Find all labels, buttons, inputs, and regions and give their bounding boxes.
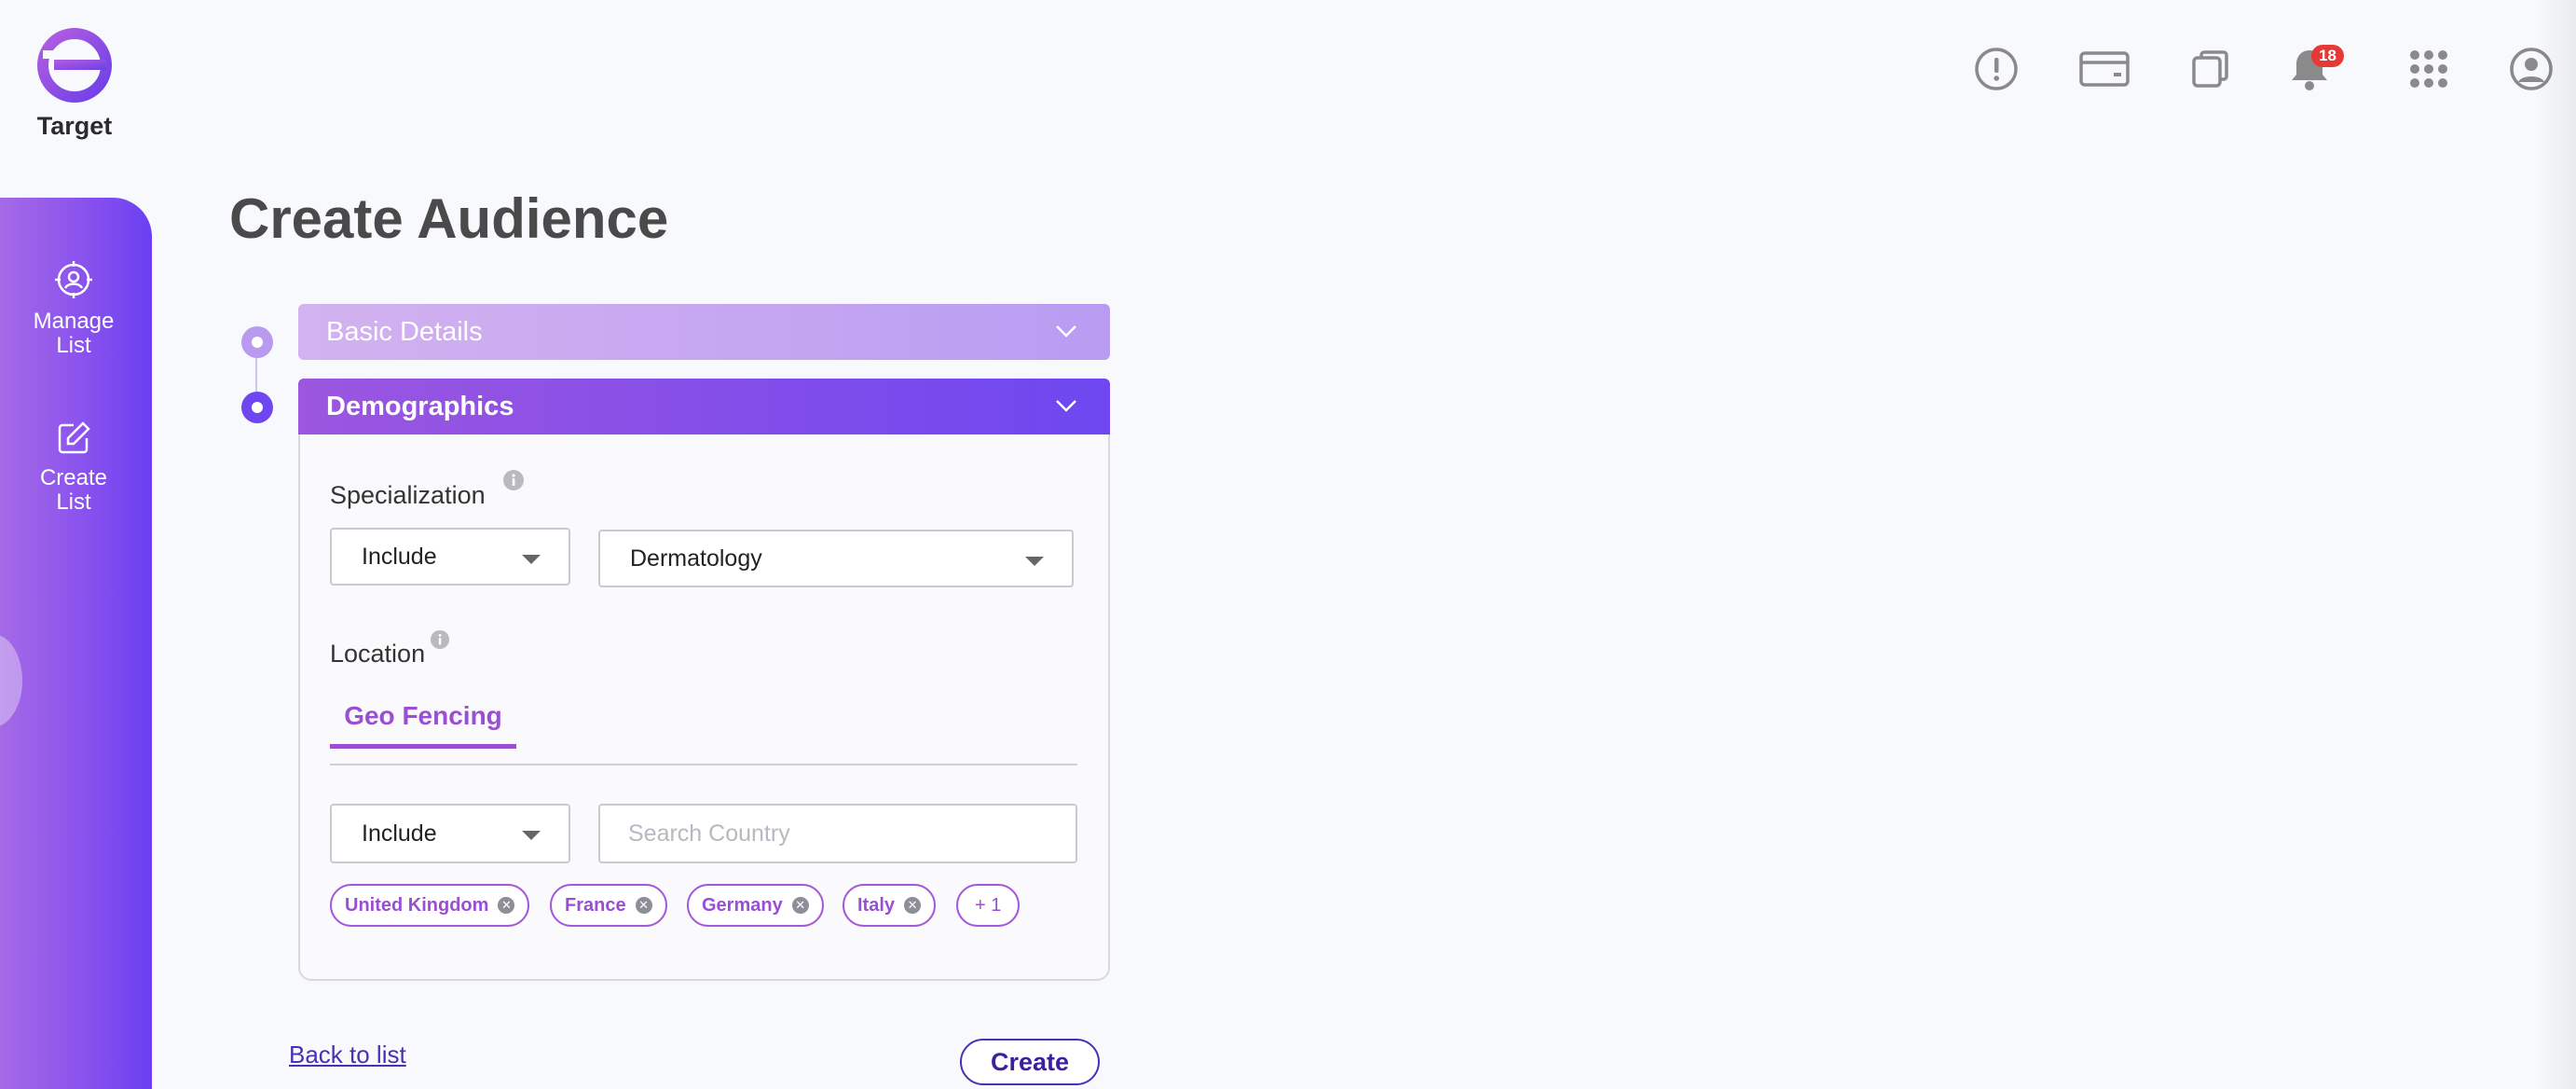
- sidebar-item-label: List: [56, 333, 91, 358]
- g-logo-icon: [37, 28, 112, 103]
- remove-chip-icon[interactable]: ✕: [498, 897, 515, 914]
- sidebar: Manage List Create List: [0, 198, 152, 1089]
- step-indicator-basic: [241, 326, 273, 358]
- sidebar-active-indicator: [0, 634, 22, 727]
- specialization-label: Specialization: [330, 481, 486, 509]
- location-mode-select[interactable]: Include: [330, 804, 570, 863]
- create-button[interactable]: Create: [960, 1039, 1100, 1085]
- chip-country: France ✕: [550, 884, 667, 927]
- tab-geo-fencing[interactable]: Geo Fencing: [330, 701, 516, 749]
- section-header-demographics[interactable]: Demographics: [298, 379, 1110, 434]
- section-title: Demographics: [326, 391, 514, 421]
- sidebar-item-label: Manage: [33, 309, 115, 334]
- remove-chip-icon[interactable]: ✕: [791, 897, 809, 914]
- sidebar-item-create-list[interactable]: Create List: [0, 420, 147, 515]
- chip-label: United Kingdom: [345, 894, 489, 916]
- edge-shadow: [2535, 0, 2576, 1089]
- select-value: Dermatology: [630, 544, 762, 572]
- caret-down-icon: [1025, 557, 1044, 566]
- chip-country: United Kingdom ✕: [330, 884, 530, 927]
- location-label: Location: [330, 640, 426, 668]
- remove-chip-icon[interactable]: ✕: [904, 897, 922, 914]
- info-icon[interactable]: [503, 470, 524, 490]
- step-indicator-demographics: [241, 392, 273, 423]
- alert-icon[interactable]: [1970, 43, 2022, 95]
- caret-down-icon: [522, 555, 541, 564]
- bell-icon[interactable]: 18: [2283, 43, 2344, 95]
- back-to-list-link[interactable]: Back to list: [289, 1041, 406, 1069]
- specialization-select[interactable]: Dermatology: [598, 530, 1074, 587]
- chip-country: Italy ✕: [843, 884, 937, 927]
- info-icon[interactable]: [431, 630, 449, 649]
- select-value: Include: [362, 820, 437, 847]
- brand[interactable]: Target: [28, 26, 121, 141]
- notification-badge: 18: [2311, 45, 2344, 67]
- target-user-icon: [55, 261, 92, 298]
- chip-label: Germany: [702, 894, 783, 916]
- chip-label: France: [565, 894, 626, 916]
- card-icon[interactable]: [2078, 43, 2131, 95]
- chip-country: Germany ✕: [687, 884, 824, 927]
- windows-icon[interactable]: [2185, 43, 2237, 95]
- brand-name: Target: [36, 112, 113, 140]
- apps-grid-icon[interactable]: [2403, 43, 2455, 95]
- section-title: Basic Details: [326, 316, 483, 347]
- topbar: 18: [1970, 43, 2553, 99]
- specialization-mode-select[interactable]: Include: [330, 528, 570, 586]
- select-value: Include: [362, 543, 437, 570]
- sidebar-item-label: Create: [39, 465, 108, 490]
- page-title: Create Audience: [229, 187, 669, 250]
- sidebar-item-manage-list[interactable]: Manage List: [0, 259, 147, 358]
- tab-divider: [330, 764, 1077, 765]
- remove-chip-icon[interactable]: ✕: [635, 897, 652, 914]
- chip-label: Italy: [857, 894, 896, 916]
- sidebar-item-label: List: [56, 489, 91, 515]
- chevron-down-icon: [1056, 325, 1076, 338]
- chevron-down-icon: [1056, 400, 1076, 412]
- edit-icon: [58, 421, 90, 454]
- more-chips-button[interactable]: + 1: [956, 884, 1021, 927]
- search-country-input[interactable]: [598, 804, 1077, 863]
- caret-down-icon: [522, 831, 541, 840]
- section-header-basic-details[interactable]: Basic Details: [298, 304, 1110, 360]
